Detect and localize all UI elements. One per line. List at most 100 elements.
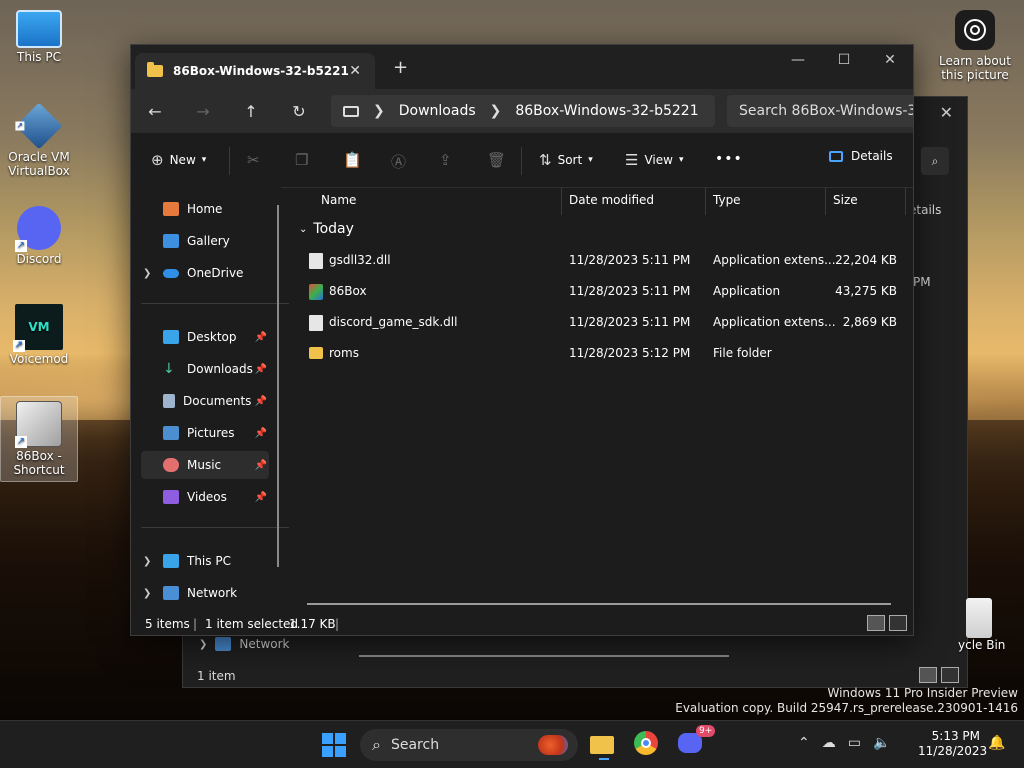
desktop-icon-this-pc[interactable]: This PC — [1, 6, 77, 64]
windows-start-icon[interactable] — [322, 733, 346, 757]
new-button[interactable]: ⊕ New ▾ — [151, 151, 206, 169]
back-arrow-icon[interactable]: ← — [131, 102, 179, 121]
pin-icon[interactable]: 📌 — [255, 460, 267, 471]
close-icon[interactable]: ✕ — [867, 49, 913, 71]
desktop-icon-recycle-bin[interactable]: ycle Bin — [958, 598, 1024, 652]
copy-button[interactable]: ❐ — [295, 151, 308, 169]
sidebar-item-videos[interactable]: Videos 📌 — [141, 483, 269, 511]
column-header-name[interactable]: Name — [321, 193, 356, 207]
column-header-date[interactable]: Date modified — [569, 193, 654, 207]
notification-bell-icon[interactable]: 🔔 — [988, 735, 1005, 751]
column-header-type[interactable]: Type — [713, 193, 741, 207]
table-row[interactable]: gsdll32.dll 11/28/2023 5:11 PM Applicati… — [301, 245, 907, 275]
chevron-down-icon[interactable]: ⌄ — [299, 224, 307, 235]
delete-button[interactable]: 🗑 — [487, 151, 506, 169]
search-input[interactable]: Search 86Box-Windows-32-b5221 — [727, 95, 913, 127]
rename-button[interactable]: Ⓐ — [391, 151, 406, 172]
paste-button[interactable]: 📋 — [343, 151, 362, 169]
file-explorer-taskbar-icon[interactable] — [590, 731, 618, 760]
desktop-icon-label: 86Box - Shortcut — [13, 449, 65, 477]
table-row[interactable]: discord_game_sdk.dll 11/28/2023 5:11 PM … — [301, 307, 907, 337]
desktop-icon-86box-shortcut[interactable]: ↗ 86Box - Shortcut — [0, 396, 78, 482]
new-tab-button[interactable]: + — [393, 57, 408, 78]
horizontal-scrollbar[interactable] — [359, 655, 729, 657]
pin-icon[interactable]: 📌 — [255, 332, 267, 343]
home-icon — [163, 202, 179, 216]
sidebar-item-this-pc[interactable]: ❯ This PC — [141, 547, 269, 575]
chrome-icon[interactable] — [634, 731, 662, 759]
sidebar-item-music[interactable]: Music 📌 — [141, 451, 269, 479]
see-more-button[interactable]: ••• — [715, 151, 743, 167]
volume-icon[interactable]: 🔈 — [873, 735, 890, 751]
refresh-icon[interactable]: ↻ — [275, 102, 323, 121]
tab-title: 86Box-Windows-32-b5221 — [173, 64, 349, 78]
breadcrumb-current-folder[interactable]: 86Box-Windows-32-b5221 — [515, 103, 698, 119]
chevron-right-icon[interactable]: ❯ — [143, 268, 151, 279]
sidebar-item-home[interactable]: Home — [141, 195, 269, 223]
sidebar-item-network[interactable]: ❯ Network — [141, 579, 269, 607]
learn-about-picture[interactable]: Learn about this picture — [937, 10, 1013, 82]
maximize-icon[interactable]: ☐ — [821, 49, 867, 71]
desktop-icon-discord[interactable]: ↗ Discord — [1, 202, 77, 266]
file-explorer-window[interactable]: 86Box-Windows-32-b5221 ✕ + — ☐ ✕ ← → ↑ ↻… — [130, 44, 949, 636]
desktop-icon-voicemod[interactable]: VM ↗ Voicemod — [1, 300, 77, 366]
cloud-offline-icon[interactable]: ☁ — [822, 735, 836, 751]
taskbar-search[interactable]: ⌕ Search — [360, 729, 578, 761]
forward-arrow-icon[interactable]: → — [179, 102, 227, 121]
share-button[interactable]: ⇪ — [439, 151, 452, 169]
close-tab-icon[interactable]: ✕ — [349, 63, 361, 79]
details-pane-button[interactable]: Details — [829, 149, 893, 163]
table-row[interactable]: roms 11/28/2023 5:12 PM File folder — [301, 338, 907, 368]
desktop-icon-virtualbox[interactable]: ↗ Oracle VM VirtualBox — [1, 100, 77, 178]
group-header-today[interactable]: ⌄ Today — [299, 221, 354, 237]
cloud-icon — [163, 268, 179, 278]
sidebar-item-gallery[interactable]: Gallery — [141, 227, 269, 255]
tiles-view-icon[interactable] — [889, 615, 907, 631]
tab-86box-folder[interactable]: 86Box-Windows-32-b5221 ✕ — [135, 53, 375, 89]
chevron-up-icon[interactable]: ⌃ — [798, 735, 810, 751]
column-divider[interactable] — [825, 187, 826, 215]
details-view-icon[interactable] — [919, 667, 937, 683]
discord-taskbar-icon[interactable]: 9+ — [678, 725, 716, 759]
column-header-size[interactable]: Size — [833, 193, 858, 207]
chevron-right-icon[interactable]: ❯ — [143, 556, 151, 567]
search-icon[interactable]: ⌕ — [921, 147, 949, 175]
sidebar-item-onedrive[interactable]: ❯ OneDrive — [141, 259, 269, 287]
pin-icon[interactable]: 📌 — [255, 492, 267, 503]
column-divider[interactable] — [705, 187, 706, 215]
chevron-right-icon[interactable]: ❯ — [143, 588, 151, 599]
chevron-right-icon[interactable]: ❯ — [490, 103, 502, 119]
cut-button[interactable]: ✂ — [247, 151, 260, 169]
close-icon[interactable]: ✕ — [940, 103, 953, 122]
tiles-view-icon[interactable] — [941, 667, 959, 683]
pin-icon[interactable]: 📌 — [255, 396, 267, 407]
sidebar-item-pictures[interactable]: Pictures 📌 — [141, 419, 269, 447]
sidebar-item-documents[interactable]: Documents 📌 — [141, 387, 269, 415]
up-arrow-icon[interactable]: ↑ — [227, 102, 275, 121]
title-bar[interactable]: 86Box-Windows-32-b5221 ✕ + — ☐ ✕ — [131, 45, 913, 89]
sidebar-scrollbar[interactable] — [277, 205, 279, 567]
file-size: 22,204 KB — [835, 253, 897, 267]
desktop-icon — [163, 330, 179, 344]
sidebar-item-downloads[interactable]: ↓ Downloads 📌 — [141, 355, 269, 383]
column-divider[interactable] — [561, 187, 562, 215]
view-button[interactable]: ☰ View ▾ — [625, 151, 683, 169]
table-row[interactable]: 86Box 11/28/2023 5:11 PM Application 43,… — [301, 276, 907, 306]
sidebar-item-desktop[interactable]: Desktop 📌 — [141, 323, 269, 351]
sidebar-item-network[interactable]: ❯ Network — [199, 637, 290, 651]
this-pc-icon[interactable] — [343, 105, 359, 117]
address-bar[interactable]: ❯ Downloads ❯ 86Box-Windows-32-b5221 — [331, 95, 715, 127]
breadcrumb-downloads[interactable]: Downloads — [399, 103, 476, 119]
details-view-icon[interactable] — [867, 615, 885, 631]
pin-icon[interactable]: 📌 — [255, 364, 267, 375]
chevron-right-icon[interactable]: ❯ — [373, 103, 385, 119]
horizontal-scrollbar[interactable] — [307, 603, 891, 605]
column-divider[interactable] — [905, 187, 906, 215]
pin-icon[interactable]: 📌 — [255, 428, 267, 439]
network-icon[interactable]: ▭ — [848, 735, 861, 751]
clock[interactable]: 5:13 PM 11/28/2023 — [918, 729, 987, 759]
chevron-right-icon[interactable]: ❯ — [199, 639, 207, 650]
sort-button[interactable]: ⇅ Sort ▾ — [539, 151, 593, 169]
minimize-icon[interactable]: — — [775, 49, 821, 71]
divider — [141, 527, 289, 528]
